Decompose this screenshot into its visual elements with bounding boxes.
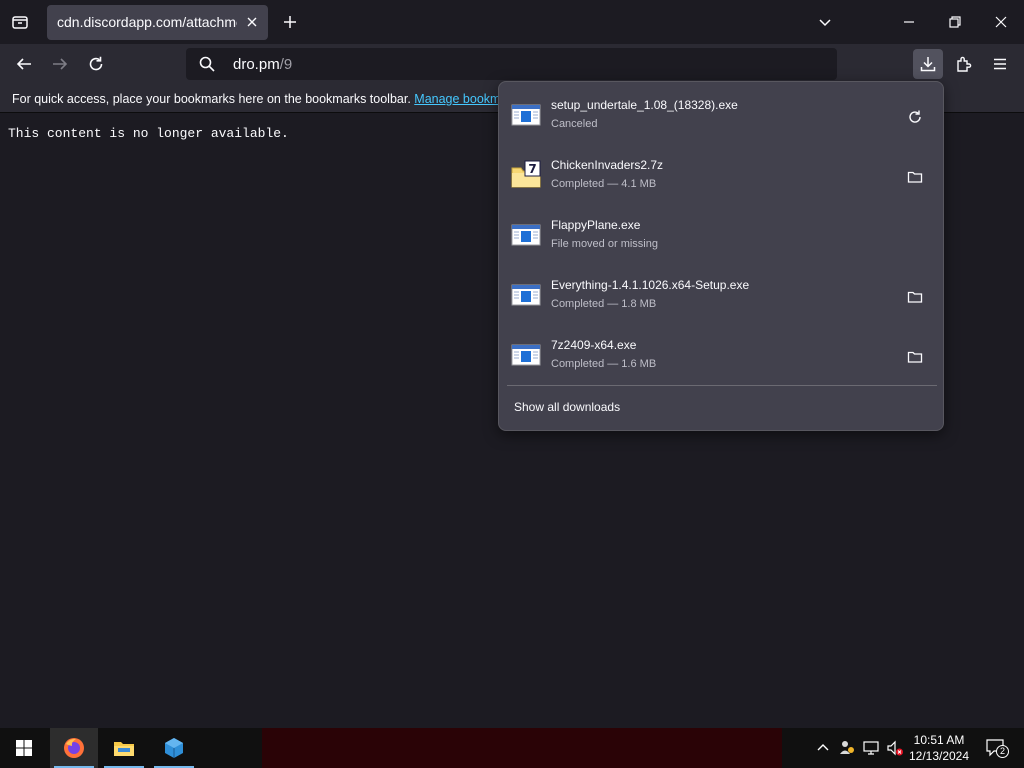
download-item[interactable]: 7z2409-x64.exe Completed — 1.6 MB	[499, 324, 945, 384]
back-icon[interactable]	[9, 49, 39, 79]
taskbar-file-explorer[interactable]	[100, 728, 148, 768]
downloads-panel: setup_undertale_1.08_(18328).exe Cancele…	[498, 81, 944, 431]
network-icon[interactable]	[861, 738, 881, 758]
url-bar[interactable]: dro.pm/9	[186, 48, 837, 80]
restore-icon[interactable]	[941, 8, 969, 36]
chevron-up-icon[interactable]	[813, 738, 833, 758]
exe-file-icon	[511, 224, 541, 246]
taskbar-app[interactable]	[150, 728, 198, 768]
wallpaper-area	[262, 728, 782, 768]
chevron-down-icon[interactable]	[811, 8, 839, 36]
download-status: Completed — 1.6 MB	[551, 358, 657, 370]
download-item[interactable]: 7 ChickenInvaders2.7z Completed — 4.1 MB	[499, 144, 945, 204]
clock-date: 12/13/2024	[908, 749, 970, 763]
folder-icon[interactable]	[903, 285, 927, 309]
bookmarks-message: For quick access, place your bookmarks h…	[12, 92, 524, 106]
reload-icon[interactable]	[81, 49, 111, 79]
page-text: This content is no longer available.	[8, 126, 289, 141]
download-item[interactable]: FlappyPlane.exe File moved or missing	[499, 204, 945, 264]
taskbar-firefox[interactable]	[50, 728, 98, 768]
close-window-icon[interactable]	[987, 8, 1015, 36]
download-filename: ChickenInvaders2.7z	[551, 158, 664, 172]
folder-icon[interactable]	[903, 345, 927, 369]
bookmarks-hint: For quick access, place your bookmarks h…	[12, 92, 415, 106]
clock[interactable]: 10:51 AM 12/13/2024	[906, 732, 972, 764]
download-status: File moved or missing	[551, 238, 658, 250]
downloads-button[interactable]	[913, 49, 943, 79]
new-tab-icon[interactable]	[276, 8, 304, 36]
folder-icon[interactable]	[903, 165, 927, 189]
taskbar: 10:51 AM 12/13/2024 2	[0, 728, 1024, 768]
download-status: Canceled	[551, 118, 598, 130]
list-all-tabs-icon[interactable]	[6, 8, 34, 36]
download-item[interactable]: Everything-1.4.1.1026.x64-Setup.exe Comp…	[499, 264, 945, 324]
forward-icon[interactable]	[45, 49, 75, 79]
url-path: /9	[279, 56, 293, 73]
download-filename: setup_undertale_1.08_(18328).exe	[551, 98, 738, 112]
clock-time: 10:51 AM	[913, 733, 965, 747]
extensions-icon[interactable]	[949, 49, 979, 79]
download-filename: 7z2409-x64.exe	[551, 338, 637, 352]
volume-muted-icon[interactable]	[885, 738, 905, 758]
download-filename: Everything-1.4.1.1026.x64-Setup.exe	[551, 278, 750, 292]
people-icon[interactable]	[837, 738, 857, 758]
7z-archive-icon: 7	[511, 160, 541, 188]
exe-file-icon	[511, 284, 541, 306]
tab-active[interactable]: cdn.discordapp.com/attachments/	[47, 5, 268, 40]
notification-count: 2	[996, 745, 1009, 758]
download-filename: FlappyPlane.exe	[551, 218, 641, 232]
cube-app-icon	[165, 738, 183, 758]
download-status: Completed — 1.8 MB	[551, 298, 657, 310]
exe-file-icon	[511, 344, 541, 366]
firefox-icon	[64, 738, 84, 758]
exe-file-icon	[511, 104, 541, 126]
tab-title: cdn.discordapp.com/attachments/	[57, 14, 237, 30]
minimize-icon[interactable]	[895, 8, 923, 36]
url-text[interactable]: dro.pm/9	[233, 56, 292, 73]
download-item[interactable]: setup_undertale_1.08_(18328).exe Cancele…	[499, 84, 945, 144]
navigation-toolbar: dro.pm/9	[0, 44, 1024, 84]
url-host: dro.pm	[233, 56, 280, 73]
file-explorer-icon	[114, 742, 134, 756]
action-center-button[interactable]: 2	[983, 738, 1009, 758]
svg-text:7: 7	[528, 162, 536, 176]
menu-icon[interactable]	[985, 49, 1015, 79]
retry-icon[interactable]	[903, 105, 927, 129]
panel-divider	[507, 385, 937, 386]
start-button[interactable]	[0, 728, 48, 768]
close-tab-icon[interactable]	[241, 11, 263, 33]
download-status: Completed — 4.1 MB	[551, 178, 657, 190]
windows-icon	[16, 740, 32, 756]
show-all-downloads-button[interactable]: Show all downloads	[514, 400, 620, 414]
download-icon	[920, 57, 936, 72]
tab-strip: cdn.discordapp.com/attachments/	[0, 0, 1024, 44]
search-icon	[199, 56, 215, 72]
